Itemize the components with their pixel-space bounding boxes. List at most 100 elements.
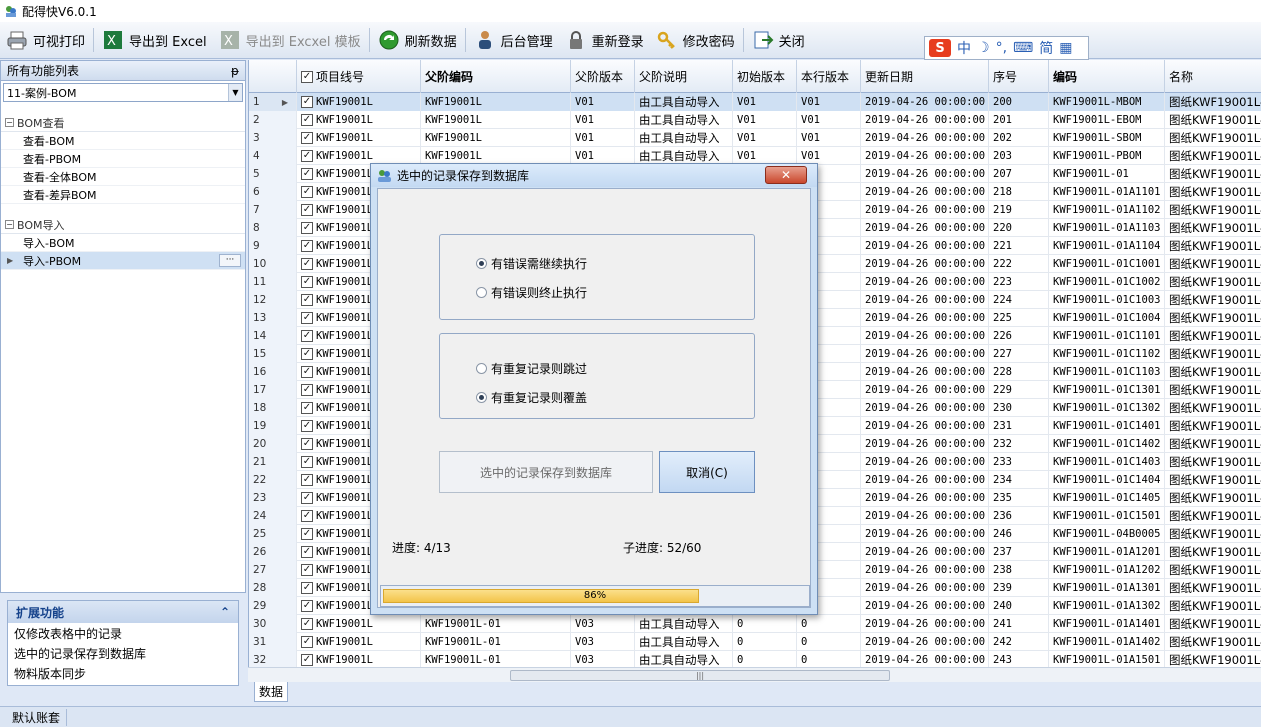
row-checkbox[interactable]: ✓ (301, 546, 313, 558)
seq-cell[interactable]: 237 (989, 543, 1049, 561)
parent-version-cell[interactable]: V03 (571, 615, 635, 633)
row-checkbox[interactable]: ✓ (301, 258, 313, 270)
row-version-cell[interactable]: 0 (797, 633, 861, 651)
code-cell[interactable]: KWF19001L-01C1001 (1049, 255, 1165, 273)
row-checkbox[interactable]: ✓ (301, 312, 313, 324)
row-checkbox[interactable]: ✓ (301, 582, 313, 594)
tab-data[interactable]: 数据 (254, 682, 288, 702)
name-cell[interactable]: 图纸KWF19001L-0 (1165, 597, 1261, 615)
update-date-cell[interactable]: 2019-04-26 00:00:00 (861, 543, 989, 561)
update-date-cell[interactable]: 2019-04-26 00:00:00 (861, 363, 989, 381)
row-checkbox[interactable]: ✓ (301, 348, 313, 360)
parent-version-cell[interactable]: V03 (571, 633, 635, 651)
radio-error-stop[interactable]: 有错误则终止执行 (476, 284, 587, 301)
name-cell[interactable]: 图纸KWF19001L-0 (1165, 417, 1261, 435)
row-checkbox[interactable]: ✓ (301, 186, 313, 198)
row-checkbox[interactable]: ✓ (301, 96, 313, 108)
name-cell[interactable]: 图纸KWF19001L-0 (1165, 363, 1261, 381)
change-password-button[interactable]: 修改密码 (650, 25, 741, 55)
radio-error-continue[interactable]: 有错误需继续执行 (476, 255, 587, 272)
col-seq[interactable]: 序号 (989, 60, 1049, 93)
col-parent-version[interactable]: 父阶版本 (571, 60, 635, 93)
col-parent-code[interactable]: 父阶编码 (421, 60, 571, 93)
ext-item-save-selected[interactable]: 选中的记录保存到数据库 (8, 643, 238, 663)
name-cell[interactable]: 图纸KWF19001L-0 (1165, 453, 1261, 471)
parent-desc-cell[interactable]: 由工具自动导入 (635, 633, 733, 651)
seq-cell[interactable]: 232 (989, 435, 1049, 453)
radio-selected-icon[interactable] (476, 258, 487, 269)
ime-toolbar[interactable]: S 中 ☽ °, ⌨ 简 ▦ (924, 36, 1089, 60)
radio-icon[interactable] (476, 363, 487, 374)
col-code[interactable]: 编码 (1049, 60, 1165, 93)
code-cell[interactable]: KWF19001L-01A1102 (1049, 201, 1165, 219)
seq-cell[interactable]: 243 (989, 651, 1049, 667)
name-cell[interactable]: 图纸KWF19001L-0 (1165, 165, 1261, 183)
seq-cell[interactable]: 225 (989, 309, 1049, 327)
update-date-cell[interactable]: 2019-04-26 00:00:00 (861, 597, 989, 615)
code-cell[interactable]: KWF19001L-01A1101 (1049, 183, 1165, 201)
row-checkbox[interactable]: ✓ (301, 384, 313, 396)
code-cell[interactable]: KWF19001L-01C1405 (1049, 489, 1165, 507)
update-date-cell[interactable]: 2019-04-26 00:00:00 (861, 129, 989, 147)
row-checkbox[interactable]: ✓ (301, 564, 313, 576)
chevron-down-icon[interactable]: ▼ (228, 84, 242, 101)
seq-cell[interactable]: 226 (989, 327, 1049, 345)
code-cell[interactable]: KWF19001L-01C1004 (1049, 309, 1165, 327)
code-cell[interactable]: KWF19001L-01C1102 (1049, 345, 1165, 363)
update-date-cell[interactable]: 2019-04-26 00:00:00 (861, 237, 989, 255)
seq-cell[interactable]: 229 (989, 381, 1049, 399)
col-project-line[interactable]: ✓ 项目线号 (297, 60, 421, 93)
parent-desc-cell[interactable]: 由工具自动导入 (635, 651, 733, 667)
nav-item-view-all-bom[interactable]: 查看-全体BOM (1, 168, 245, 186)
seq-cell[interactable]: 228 (989, 363, 1049, 381)
parent-version-cell[interactable]: V01 (571, 111, 635, 129)
parent-code-cell[interactable]: KWF19001L-01 (421, 633, 571, 651)
pin-icon[interactable]: ᵽ (231, 64, 239, 78)
update-date-cell[interactable]: 2019-04-26 00:00:00 (861, 111, 989, 129)
more-button[interactable]: ··· (219, 254, 241, 267)
name-cell[interactable]: 图纸KWF19001L-E (1165, 111, 1261, 129)
init-version-cell[interactable]: V01 (733, 129, 797, 147)
code-cell[interactable]: KWF19001L-01C1301 (1049, 381, 1165, 399)
code-cell[interactable]: KWF19001L-01A1401 (1049, 615, 1165, 633)
table-row[interactable]: 1 ▶ ✓ KWF19001L KWF19001L V01 由工具自动导入 V01 V01 201… (249, 93, 1261, 111)
row-checkbox[interactable]: ✓ (301, 600, 313, 612)
init-version-cell[interactable]: 0 (733, 633, 797, 651)
col-parent-desc[interactable]: 父阶说明 (635, 60, 733, 93)
name-cell[interactable]: 图纸KWF19001L-0 (1165, 273, 1261, 291)
row-checkbox[interactable]: ✓ (301, 222, 313, 234)
update-date-cell[interactable]: 2019-04-26 00:00:00 (861, 615, 989, 633)
seq-cell[interactable]: 230 (989, 399, 1049, 417)
init-version-cell[interactable]: 0 (733, 651, 797, 667)
row-checkbox[interactable]: ✓ (301, 294, 313, 306)
row-checkbox[interactable]: ✓ (301, 654, 313, 666)
group-bom-import[interactable]: − BOM导入 (1, 216, 245, 234)
code-cell[interactable]: KWF19001L-01C1103 (1049, 363, 1165, 381)
update-date-cell[interactable]: 2019-04-26 00:00:00 (861, 471, 989, 489)
ime-keyboard-icon[interactable]: ⌨ (1013, 40, 1033, 56)
print-button[interactable]: 可视打印 (0, 25, 91, 55)
code-cell[interactable]: KWF19001L-01C1302 (1049, 399, 1165, 417)
update-date-cell[interactable]: 2019-04-26 00:00:00 (861, 93, 989, 111)
row-checkbox[interactable]: ✓ (301, 240, 313, 252)
name-cell[interactable]: 图纸KWF19001L-0 (1165, 309, 1261, 327)
project-line-cell[interactable]: ✓ KWF19001L (297, 129, 421, 147)
seq-cell[interactable]: 236 (989, 507, 1049, 525)
project-line-cell[interactable]: ✓ KWF19001L (297, 633, 421, 651)
nav-item-view-diff-bom[interactable]: 查看-差异BOM (1, 186, 245, 204)
close-button[interactable]: 关闭 (746, 25, 811, 55)
dialog-title-bar[interactable]: 选中的记录保存到数据库 (371, 164, 817, 187)
refresh-button[interactable]: 刷新数据 (372, 25, 463, 55)
seq-cell[interactable]: 200 (989, 93, 1049, 111)
name-cell[interactable]: 图纸KWF19001L-0 (1165, 543, 1261, 561)
update-date-cell[interactable]: 2019-04-26 00:00:00 (861, 147, 989, 165)
code-cell[interactable]: KWF19001L-01C1402 (1049, 435, 1165, 453)
update-date-cell[interactable]: 2019-04-26 00:00:00 (861, 165, 989, 183)
project-line-cell[interactable]: ✓ KWF19001L (297, 93, 421, 111)
row-checkbox[interactable]: ✓ (301, 474, 313, 486)
row-checkbox[interactable]: ✓ (301, 618, 313, 630)
code-cell[interactable]: KWF19001L-01C1003 (1049, 291, 1165, 309)
code-cell[interactable]: KWF19001L-EBOM (1049, 111, 1165, 129)
row-checkbox[interactable]: ✓ (301, 456, 313, 468)
seq-cell[interactable]: 227 (989, 345, 1049, 363)
